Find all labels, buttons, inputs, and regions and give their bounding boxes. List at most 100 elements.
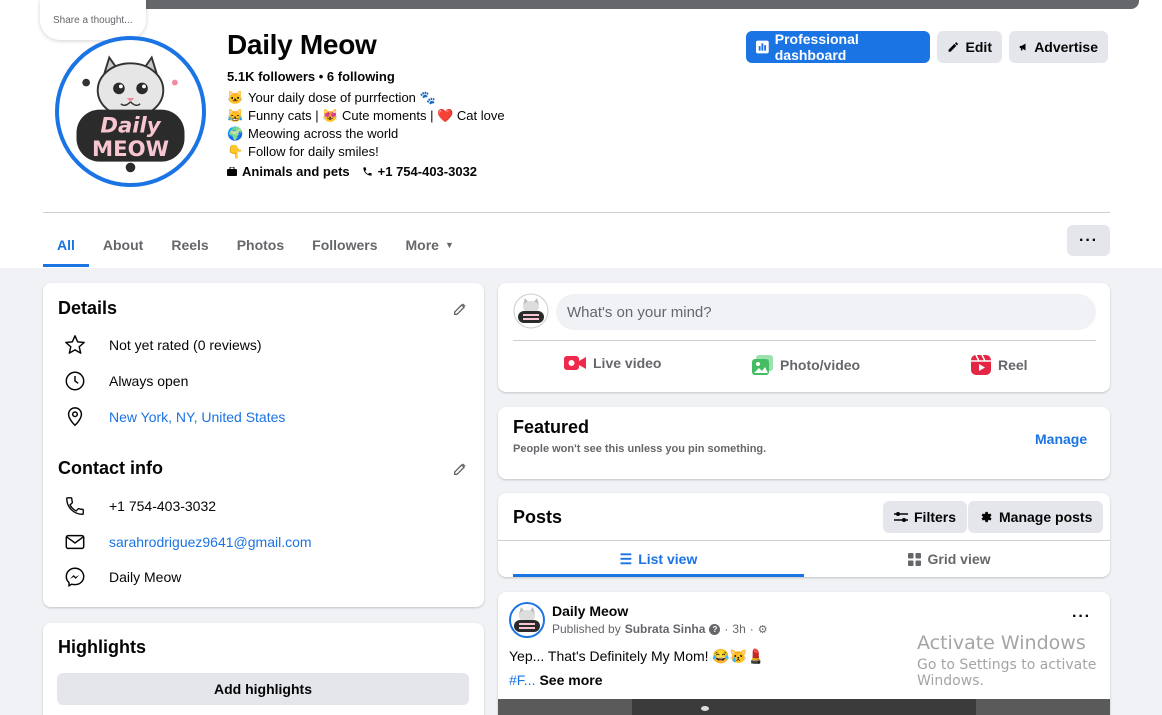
publisher-name[interactable]: Subrata Sinha [625, 622, 706, 636]
highlights-card: Highlights Add highlights [43, 623, 484, 715]
location-row[interactable]: New York, NY, United States [63, 405, 285, 429]
filters-icon [894, 512, 908, 522]
professional-dashboard-button[interactable]: Professional dashboard [746, 31, 930, 63]
pencil-icon [948, 42, 958, 52]
location-pin-icon [67, 407, 83, 427]
manage-posts-button[interactable]: Manage posts [968, 501, 1104, 533]
add-highlights-button[interactable]: Add highlights [57, 673, 469, 705]
see-more-link[interactable]: See more [539, 672, 602, 688]
location-link[interactable]: New York, NY, United States [109, 409, 285, 425]
clock-icon [65, 371, 85, 391]
photo-video-button[interactable]: Photo/video [752, 355, 860, 375]
posts-card: Posts Filters Manage posts ☰ List view G… [498, 493, 1110, 577]
list-icon: ☰ [619, 550, 633, 567]
page-title: Daily Meow [227, 29, 377, 60]
header-divider [43, 212, 1110, 213]
contact-phone-row: +1 754-403-3032 [63, 494, 216, 518]
globe-emoji-icon: 🌍 [227, 126, 244, 141]
contact-email-link[interactable]: sarahrodriguez9641@gmail.com [109, 534, 312, 550]
featured-manage-link[interactable]: Manage [1035, 431, 1087, 447]
featured-title: Featured [513, 417, 590, 437]
tab-followers[interactable]: Followers [298, 222, 391, 267]
envelope-icon [65, 534, 85, 550]
daily-meow-logo: Daily MEOW [64, 45, 197, 178]
cat-emoji-icon: 🐱 [227, 90, 244, 105]
logo-text-bottom: MEOW [92, 137, 169, 162]
messenger-icon [65, 567, 85, 587]
rating-row: Not yet rated (0 reviews) [63, 333, 262, 357]
profile-tabs: All About Reels Photos Followers More ▼ [43, 222, 468, 267]
category[interactable]: Animals and pets [227, 164, 350, 179]
grid-icon [908, 552, 922, 566]
composer-avatar[interactable] [513, 293, 549, 329]
star-icon [65, 335, 85, 354]
hours-row: Always open [63, 369, 188, 393]
gear-icon [981, 511, 992, 523]
photo-icon [752, 355, 773, 375]
posts-title: Posts [513, 507, 563, 527]
hours-text: Always open [109, 373, 189, 389]
phone-icon [363, 167, 372, 176]
edit-details-pencil-icon[interactable] [452, 301, 468, 317]
tab-more[interactable]: More ▼ [392, 222, 468, 267]
cover-photo-strip [42, 0, 1139, 9]
contact-phone-text: +1 754-403-3032 [109, 498, 217, 514]
post-meta: Published by Subrata Sinha ? · 3h · ⚙ [552, 622, 768, 636]
rating-text: Not yet rated (0 reviews) [109, 337, 262, 353]
help-icon[interactable]: ? [709, 623, 721, 635]
point-down-emoji-icon: 👇 [227, 144, 244, 159]
bio-line: 🐱 Your daily dose of purrfection 🐾 [227, 90, 436, 105]
highlights-title: Highlights [58, 637, 146, 657]
logo-text-top: Daily [100, 114, 161, 139]
edit-contact-pencil-icon[interactable] [452, 461, 468, 477]
dashboard-icon [756, 40, 769, 54]
tab-all[interactable]: All [43, 222, 89, 267]
reel-button[interactable]: Reel [971, 355, 1028, 375]
post-author-avatar[interactable] [509, 602, 545, 638]
post-author[interactable]: Daily Meow [552, 603, 628, 619]
live-video-button[interactable]: Live video [564, 355, 661, 371]
details-card: Details Not yet rated (0 reviews) Always… [43, 283, 484, 607]
post-hashtag-row: #F... See more [509, 672, 603, 688]
page-meta: Animals and pets +1 754-403-3032 [227, 164, 477, 179]
contact-email-row[interactable]: sarahrodriguez9641@gmail.com [63, 530, 312, 554]
share-thought-bubble[interactable]: Share a thought... [40, 0, 146, 40]
caret-down-icon: ▼ [444, 239, 454, 250]
composer-input[interactable]: What's on your mind? [556, 294, 1096, 330]
list-view-tab[interactable]: ☰ List view [513, 541, 804, 577]
composer-card: What's on your mind? Live video Photo/vi… [498, 283, 1110, 392]
profile-avatar[interactable]: Daily MEOW [55, 36, 206, 187]
advertise-button[interactable]: Advertise [1009, 31, 1108, 63]
megaphone-icon [1019, 43, 1026, 51]
hashtag-link[interactable]: #F... [509, 672, 535, 688]
filters-button[interactable]: Filters [883, 501, 968, 533]
contact-title: Contact info [58, 458, 163, 478]
post-media[interactable] [498, 699, 1110, 715]
grid-view-tab[interactable]: Grid view [804, 541, 1095, 577]
followers-count[interactable]: 5.1K followers • 6 following [227, 69, 395, 84]
bio-line: 👇 Follow for daily smiles! [227, 144, 379, 159]
post-time[interactable]: 3h [732, 622, 745, 636]
bio-line: 😹 Funny cats | 😻 Cute moments | ❤️ Cat lo… [227, 108, 505, 123]
live-video-icon [564, 356, 586, 370]
contact-messenger-row[interactable]: Daily Meow [63, 565, 181, 589]
tab-reels[interactable]: Reels [157, 222, 222, 267]
featured-card: Featured People won't see this unless yo… [498, 407, 1110, 479]
bio-line: 🌍 Meowing across the world [227, 126, 399, 141]
briefcase-icon [227, 167, 237, 176]
edit-button[interactable]: Edit [937, 31, 1002, 63]
phone-meta[interactable]: +1 754-403-3032 [362, 164, 477, 179]
tab-about[interactable]: About [89, 222, 157, 267]
post-text: Yep... That's Definitely My Mom! 😂😿💄 [509, 648, 765, 664]
more-options-button[interactable]: ··· [1067, 225, 1110, 256]
details-title: Details [58, 298, 118, 318]
laughing-cat-emoji-icon: 😹 [227, 108, 244, 123]
reel-icon [971, 355, 991, 375]
gear-icon: ⚙ [757, 623, 768, 636]
composer-divider [513, 340, 1096, 341]
post-options-icon[interactable]: ··· [1072, 608, 1091, 626]
list-view-underline [513, 574, 804, 577]
tab-photos[interactable]: Photos [223, 222, 298, 267]
phone-icon [66, 497, 84, 515]
activate-windows-watermark: Activate Windows Go to Settings to activ… [917, 632, 1097, 689]
